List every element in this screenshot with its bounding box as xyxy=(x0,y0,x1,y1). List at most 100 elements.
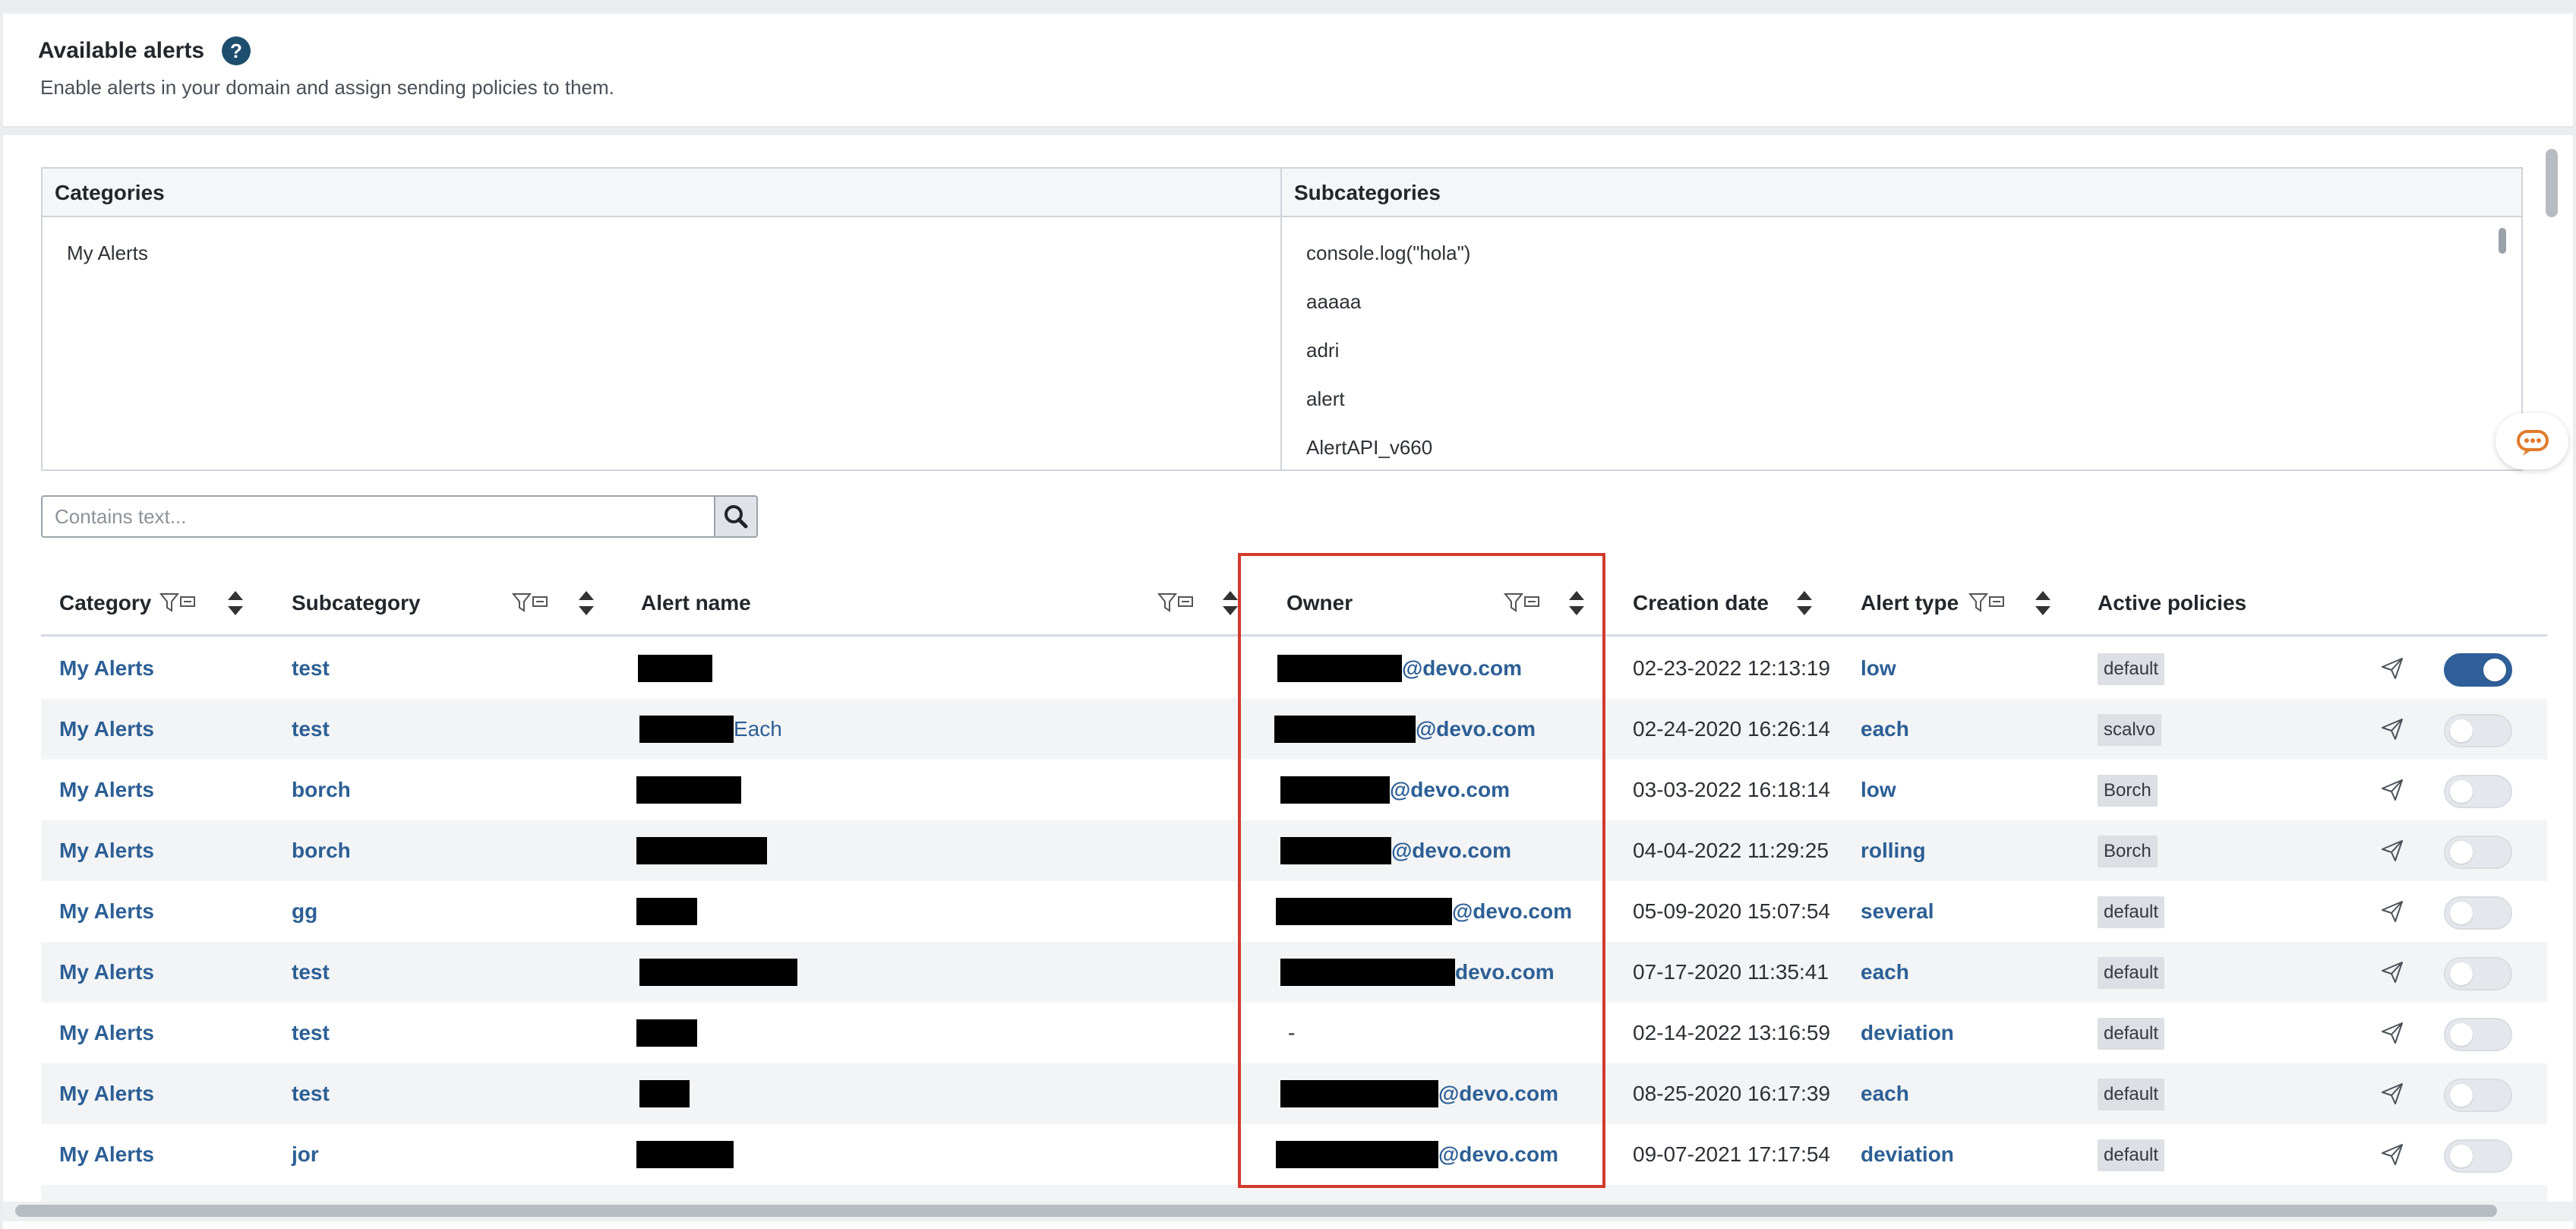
row-alert-type[interactable]: each xyxy=(1861,942,1909,1003)
row-subcategory[interactable]: test xyxy=(292,699,330,760)
policy-badge[interactable]: Borch xyxy=(2098,775,2158,807)
row-subcategory[interactable]: test xyxy=(292,942,330,1003)
row-category[interactable]: My Alerts xyxy=(59,760,154,820)
sort-icon[interactable] xyxy=(1795,588,1814,618)
policy-badge[interactable]: default xyxy=(2098,1139,2165,1171)
row-subcategory[interactable]: gg xyxy=(292,881,317,942)
column-header-alert-type[interactable]: Alert type xyxy=(1861,570,1959,637)
row-category[interactable]: My Alerts xyxy=(59,820,154,881)
policy-badge[interactable]: default xyxy=(2098,957,2165,989)
send-icon[interactable] xyxy=(2380,778,2404,802)
subcategories-header: Subcategories xyxy=(1282,169,2521,217)
row-alert-type[interactable]: deviation xyxy=(1861,1124,1954,1185)
row-alert-type[interactable]: low xyxy=(1861,638,1896,699)
filter-icon[interactable] xyxy=(1968,591,2009,615)
redacted-alert-name xyxy=(636,837,767,864)
column-header-alert-name[interactable]: Alert name xyxy=(641,570,751,637)
search-input[interactable] xyxy=(41,495,715,538)
row-category[interactable]: My Alerts xyxy=(59,881,154,942)
row-alert-type[interactable]: deviation xyxy=(1861,1003,1954,1063)
subcategory-item[interactable]: alert xyxy=(1306,387,1345,411)
redacted-alert-name xyxy=(639,716,734,743)
send-icon[interactable] xyxy=(2380,717,2404,741)
row-alert-type[interactable]: each xyxy=(1861,1063,1909,1124)
row-creation-date: 02-24-2020 16:26:14 xyxy=(1633,717,1830,741)
send-icon[interactable] xyxy=(2380,1142,2404,1167)
row-category[interactable]: My Alerts xyxy=(59,1003,154,1063)
policy-badge[interactable]: Borch xyxy=(2098,836,2158,867)
filter-icon[interactable] xyxy=(159,591,200,615)
subcategory-item[interactable]: adri xyxy=(1306,339,1339,362)
horizontal-scrollbar[interactable] xyxy=(15,1205,2497,1217)
enable-toggle[interactable] xyxy=(2444,653,2512,687)
column-header-category[interactable]: Category xyxy=(59,570,151,637)
panel-divider xyxy=(1280,169,1282,469)
policy-badge[interactable]: default xyxy=(2098,653,2165,685)
header-card xyxy=(3,14,2573,128)
policy-badge[interactable]: default xyxy=(2098,896,2165,928)
row-creation-date: 07-17-2020 11:35:41 xyxy=(1633,960,1829,984)
row-category[interactable]: My Alerts xyxy=(59,1124,154,1185)
enable-toggle[interactable] xyxy=(2444,714,2512,747)
row-category[interactable]: My Alerts xyxy=(59,1063,154,1124)
sort-icon[interactable] xyxy=(577,588,595,618)
sort-icon[interactable] xyxy=(1221,588,1239,618)
subcategory-item[interactable]: aaaaa xyxy=(1306,290,1361,314)
sort-icon[interactable] xyxy=(226,588,245,618)
subcategory-item[interactable]: console.log("hola") xyxy=(1306,242,1470,265)
row-alert-name[interactable]: Each xyxy=(734,699,782,760)
policy-badge[interactable]: default xyxy=(2098,1018,2165,1050)
enable-toggle[interactable] xyxy=(2444,836,2512,869)
filter-icon[interactable] xyxy=(1157,591,1198,615)
send-icon[interactable] xyxy=(2380,1021,2404,1045)
row-subcategory[interactable]: jor xyxy=(292,1124,319,1185)
enable-toggle[interactable] xyxy=(2444,1079,2512,1112)
page-title: Available alerts xyxy=(38,38,205,63)
redacted-alert-name xyxy=(639,1080,690,1107)
subcategories-scroll-thumb[interactable] xyxy=(2499,228,2506,254)
policy-badge[interactable]: default xyxy=(2098,1079,2165,1111)
row-category[interactable]: My Alerts xyxy=(59,942,154,1003)
row-alert-type[interactable]: several xyxy=(1861,881,1934,942)
help-icon[interactable]: ? xyxy=(222,36,251,65)
categories-panel: Categories Subcategories My Alerts conso… xyxy=(41,167,2523,471)
enable-toggle[interactable] xyxy=(2444,1139,2512,1173)
row-subcategory[interactable]: test xyxy=(292,638,330,699)
send-icon[interactable] xyxy=(2380,656,2404,681)
send-icon[interactable] xyxy=(2380,1082,2404,1106)
row-alert-type[interactable]: rolling xyxy=(1861,820,1926,881)
column-header-active-policies: Active policies xyxy=(2098,591,2247,614)
enable-toggle[interactable] xyxy=(2444,1018,2512,1051)
enable-toggle[interactable] xyxy=(2444,775,2512,808)
row-category[interactable]: My Alerts xyxy=(59,638,154,699)
policy-badge[interactable]: scalvo xyxy=(2098,714,2162,746)
category-item[interactable]: My Alerts xyxy=(67,242,148,265)
vertical-scrollbar[interactable] xyxy=(2546,149,2558,217)
sort-icon[interactable] xyxy=(2034,588,2052,618)
enable-toggle[interactable] xyxy=(2444,957,2512,990)
column-header-subcategory[interactable]: Subcategory xyxy=(292,570,421,637)
send-icon[interactable] xyxy=(2380,960,2404,984)
send-icon[interactable] xyxy=(2380,839,2404,863)
row-subcategory[interactable]: test xyxy=(292,1063,330,1124)
send-icon[interactable] xyxy=(2380,899,2404,924)
row-creation-date: 08-25-2020 16:17:39 xyxy=(1633,1082,1830,1105)
column-header-creation-date[interactable]: Creation date xyxy=(1633,570,1769,637)
row-category[interactable]: My Alerts xyxy=(59,699,154,760)
row-creation-date: 05-09-2020 15:07:54 xyxy=(1633,899,1830,923)
search-button[interactable] xyxy=(714,495,758,538)
row-alert-type[interactable]: each xyxy=(1861,699,1909,760)
filter-icon[interactable] xyxy=(512,591,553,615)
row-creation-date: 09-07-2021 17:17:54 xyxy=(1633,1142,1830,1166)
row-alert-type[interactable]: low xyxy=(1861,760,1896,820)
subcategory-item[interactable]: AlertAPI_v660 xyxy=(1306,436,1432,460)
owner-column-highlight xyxy=(1238,553,1605,1188)
redacted-alert-name xyxy=(636,776,741,804)
row-creation-date: 02-23-2022 12:13:19 xyxy=(1633,656,1830,680)
chat-assistant-button[interactable] xyxy=(2496,413,2568,469)
row-subcategory[interactable]: borch xyxy=(292,760,351,820)
row-subcategory[interactable]: test xyxy=(292,1003,330,1063)
enable-toggle[interactable] xyxy=(2444,896,2512,930)
row-subcategory[interactable]: borch xyxy=(292,820,351,881)
row-creation-date: 04-04-2022 11:29:25 xyxy=(1633,839,1829,862)
